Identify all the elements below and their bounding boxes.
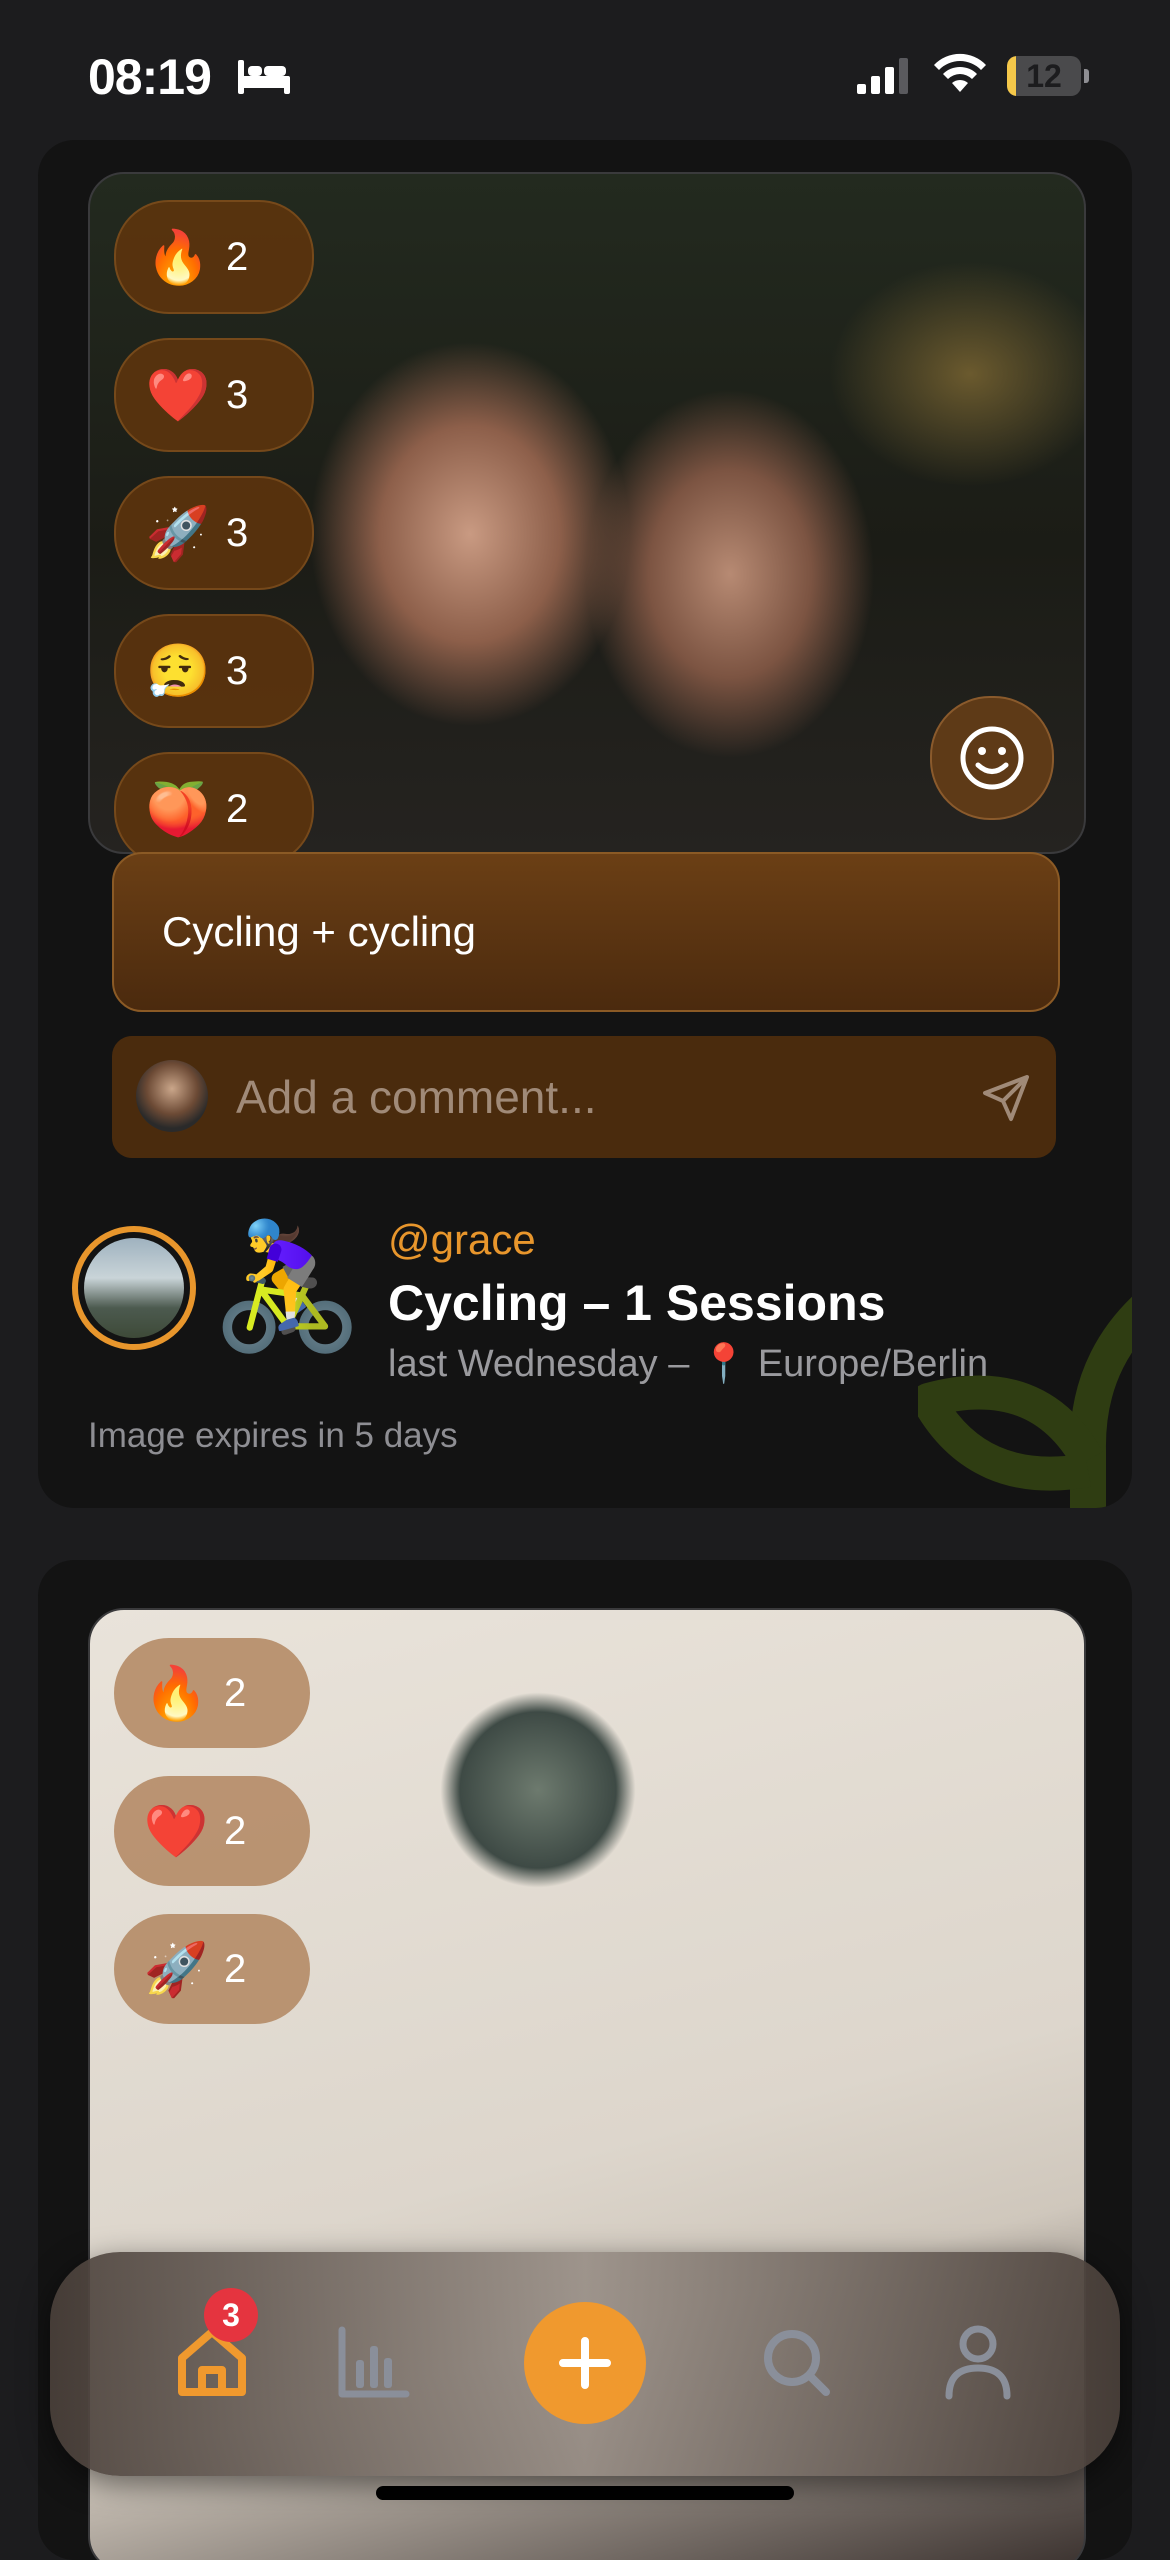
tab-stats[interactable] <box>314 2302 434 2422</box>
tab-profile[interactable] <box>918 2302 1038 2422</box>
add-activity-button[interactable] <box>524 2302 646 2424</box>
fire-icon: 🔥 <box>145 228 211 287</box>
pin-icon: 📍 <box>699 1343 748 1385</box>
reaction-rocket[interactable]: 🚀 2 <box>114 1914 310 2024</box>
status-time: 08:19 <box>88 49 212 105</box>
profile-icon <box>945 2325 1011 2400</box>
avatar <box>136 1060 208 1132</box>
reaction-count: 2 <box>224 1670 247 1715</box>
cellular-signal-icon <box>857 58 908 94</box>
comment-field[interactable]: Add a comment... <box>112 1036 1056 1158</box>
send-icon[interactable] <box>980 1072 1032 1124</box>
reaction-count: 3 <box>226 372 249 417</box>
notification-badge: 3 <box>204 2288 258 2342</box>
wifi-icon <box>934 53 986 92</box>
comment-input[interactable]: Add a comment... <box>236 1070 597 1124</box>
reaction-heart[interactable]: ❤️ 3 <box>114 338 314 452</box>
status-bar: 08:19 12 <box>0 0 1170 140</box>
peach-icon: 🍑 <box>145 780 211 839</box>
search-icon <box>764 2330 830 2396</box>
rocket-icon: 🚀 <box>143 1940 209 1999</box>
reaction-fire[interactable]: 🔥 2 <box>114 200 314 314</box>
heart-icon: ❤️ <box>145 366 211 425</box>
battery-level-text: 12 <box>1026 58 1062 94</box>
cycling-icon: 🚴‍♀️ <box>210 1218 365 1356</box>
reaction-heart[interactable]: ❤️ 2 <box>114 1776 310 1886</box>
add-reaction-button[interactable] <box>930 696 1054 820</box>
bar-chart-icon <box>338 2326 410 2398</box>
avatar[interactable] <box>84 1238 184 1338</box>
reaction-exhale[interactable]: 😮‍💨 3 <box>114 614 314 728</box>
reaction-peach[interactable]: 🍑 2 <box>114 752 314 866</box>
reaction-rocket[interactable]: 🚀 3 <box>114 476 314 590</box>
heart-icon: ❤️ <box>143 1802 209 1861</box>
reaction-count: 2 <box>226 786 249 831</box>
face-exhaling-icon: 😮‍💨 <box>145 642 211 701</box>
username-link[interactable]: @grace <box>388 1216 536 1264</box>
reaction-count: 2 <box>226 234 249 279</box>
fire-icon: 🔥 <box>143 1664 209 1723</box>
post-caption: Cycling + cycling <box>162 908 476 955</box>
activity-title: Cycling – 1 Sessions <box>388 1275 886 1331</box>
reaction-count: 2 <box>224 1808 247 1853</box>
reaction-fire[interactable]: 🔥 2 <box>114 1638 310 1748</box>
image-expiry-text: Image expires in 5 days <box>88 1416 458 1455</box>
reaction-count: 3 <box>226 648 249 693</box>
reaction-count: 3 <box>226 510 249 555</box>
rocket-icon: 🚀 <box>145 504 211 563</box>
activity-location: Europe/Berlin <box>757 1343 989 1385</box>
plus-icon <box>559 2337 611 2389</box>
tab-bar: 3 <box>50 2252 1120 2476</box>
reaction-count: 2 <box>224 1946 247 1991</box>
bed-icon <box>238 60 290 94</box>
activity-meta: last Wednesday – 📍 Europe/Berlin <box>388 1342 988 1386</box>
caption-box: Cycling + cycling <box>112 852 1060 1012</box>
smiley-icon <box>960 726 1024 790</box>
home-indicator <box>376 2486 794 2500</box>
post-card: 🔥 2 ❤️ 3 🚀 3 😮‍💨 3 🍑 2 Cycling + cycling <box>38 140 1132 1508</box>
battery-indicator: 12 <box>1007 56 1089 96</box>
activity-date: last Wednesday – <box>388 1343 690 1385</box>
tab-search[interactable] <box>736 2302 856 2422</box>
